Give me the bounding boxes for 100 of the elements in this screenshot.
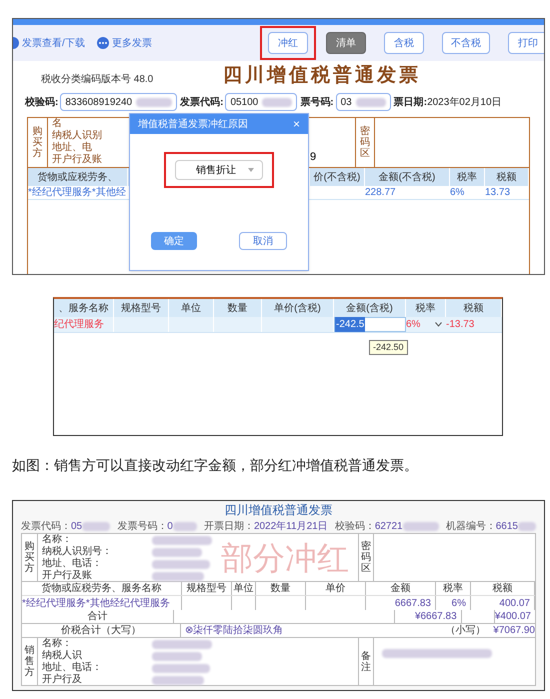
side-label: 购买方 <box>32 126 42 159</box>
toolbar-button[interactable]: 清单 <box>326 32 366 54</box>
redaction-blur <box>152 560 210 568</box>
side-label: 购买方 <box>24 541 34 574</box>
redaction-blur <box>152 652 202 660</box>
redaction-blur <box>172 522 197 530</box>
invoice-title: 四川增值税普通发票 <box>224 502 332 519</box>
buyer-label: 名称： <box>42 534 73 546</box>
version-label: 税收分类编码版本号 48.0 <box>41 72 154 87</box>
column-header: 单价(含税) <box>274 302 321 316</box>
redaction-blur <box>136 98 172 106</box>
column-header: 金额 <box>390 582 410 596</box>
side-label: 备注 <box>361 650 371 672</box>
redaction-blur <box>82 522 110 530</box>
caption-text: 如图：销售方可以直接改动红字金额，部分红冲增值税普通发票。 <box>12 456 419 474</box>
table-cell-text: ¥400.07 <box>494 610 531 624</box>
column-header: 数量 <box>228 302 248 316</box>
column-header: 税额 <box>464 302 484 316</box>
column-header: 税额 <box>496 170 516 184</box>
side-label: 密码区 <box>360 126 370 159</box>
table-cell-text: ¥6667.83 <box>414 610 457 624</box>
buyer-label: 纳税人识别号： <box>42 546 113 558</box>
table-cell-text: 纪代理服务 <box>54 318 104 332</box>
toolbar-button[interactable]: 冲红 <box>268 32 308 54</box>
chevron-down-icon <box>435 322 442 327</box>
seller-label: 纳税人识 <box>42 650 83 662</box>
table-cell: 13.73 <box>485 186 510 199</box>
buyer-fragment: 9 <box>310 150 316 164</box>
confirm-button[interactable]: 确定 <box>151 232 197 250</box>
table-cell-text: 400.07 <box>499 596 530 610</box>
buyer-label: 开户行及账 <box>42 570 93 582</box>
column-header: 单价 <box>326 582 346 596</box>
column-header: 货物或应税劳务、 <box>38 170 118 184</box>
column-header: 价(不含税) <box>314 170 360 184</box>
redaction-blur <box>152 572 204 580</box>
column-header: 单位 <box>234 582 254 596</box>
column-header: 、服务名称 <box>58 302 108 316</box>
redaction-blur <box>152 676 204 684</box>
toolbar-button[interactable]: 含税 <box>384 32 424 54</box>
seller-label: 地址、电话： <box>42 662 103 674</box>
seller-label: 名称： <box>42 638 73 650</box>
total-label: 合计 <box>87 610 108 624</box>
total-small-label: （小写） <box>445 624 486 638</box>
dialog-title: 增值税普通发票冲红原因 <box>138 118 248 132</box>
amount-input[interactable]: -242.5 <box>334 317 406 332</box>
column-header: 税率 <box>457 170 477 184</box>
caret-icon <box>248 168 254 172</box>
cancel-button[interactable]: 取消 <box>239 232 287 250</box>
buyer-label: 纳税人识别 <box>52 130 103 142</box>
redaction-blur <box>262 98 292 106</box>
side-label: 密码区 <box>361 541 371 574</box>
table-cell: *经纪代理服务*其他经 <box>28 186 126 199</box>
redaction-blur <box>518 522 536 530</box>
input-field[interactable]: 833608919240 <box>60 93 178 111</box>
redaction-blur <box>152 548 202 556</box>
input-field[interactable]: 03 <box>336 93 391 111</box>
stamp-text: 部分冲红 <box>221 542 349 574</box>
date-text: 票日期:2023年02月10日 <box>394 96 502 110</box>
total-in-words: ⊗柒仟零陆拾柒圆玖角 <box>184 624 284 638</box>
close-button[interactable]: × <box>292 118 300 130</box>
redaction-blur <box>402 522 439 530</box>
invoice-title: 四川增值税普通发票 <box>223 62 421 88</box>
table-cell: 228.77 <box>365 186 396 199</box>
column-header: 金额(含税) <box>346 302 393 316</box>
table-cell-text: *经纪代理服务*其他经纪代理服务 <box>22 596 170 610</box>
more-link[interactable]: 更多发票 <box>96 36 152 50</box>
redaction-blur <box>152 536 212 544</box>
more-icon <box>96 37 109 49</box>
view-link[interactable]: 发票查看/下载 <box>13 36 85 50</box>
reason-select[interactable]: 销售折让 <box>175 160 263 180</box>
header-field: 机器编号：6615 <box>446 518 518 534</box>
header-field: 发票代码：05 <box>21 518 82 534</box>
field-label: 发票代码: <box>180 96 224 110</box>
tooltip: -242.50 <box>369 340 408 355</box>
field-label: 票号码: <box>300 96 334 110</box>
table-cell-text: 6667.83 <box>394 596 431 610</box>
buyer-label: 开户行及账 <box>52 154 103 166</box>
column-header: 数量 <box>270 582 290 596</box>
input-field[interactable]: 05100 <box>225 93 298 111</box>
table-cell: 6% <box>450 186 464 199</box>
table-cell-text: 6% <box>452 596 466 610</box>
column-header: 规格型号 <box>186 582 226 596</box>
field-label: 校验码: <box>25 96 58 110</box>
total-small-value: ¥7067.90 <box>493 624 535 638</box>
buyer-label: 地址、电话： <box>42 558 103 570</box>
buyer-label: 名 <box>52 118 62 130</box>
header-field: 发票号码：0 <box>117 518 173 534</box>
table-cell-text: -13.73 <box>446 318 474 332</box>
total-words-label: 价税合计（大写） <box>60 624 141 638</box>
column-header: 规格型号 <box>121 302 161 316</box>
toolbar-button[interactable]: 打印 <box>508 32 544 54</box>
column-header: 货物或应税劳务、服务名称 <box>42 582 162 596</box>
column-header: 税率 <box>443 582 463 596</box>
column-header: 税额 <box>492 582 512 596</box>
redaction-blur <box>152 664 210 672</box>
side-label: 销售方 <box>24 645 34 678</box>
redaction-blur <box>152 640 212 648</box>
rate-select[interactable]: 6% <box>406 317 446 332</box>
seller-label: 开户行及 <box>42 674 83 686</box>
toolbar-button[interactable]: 不含税 <box>442 32 490 54</box>
